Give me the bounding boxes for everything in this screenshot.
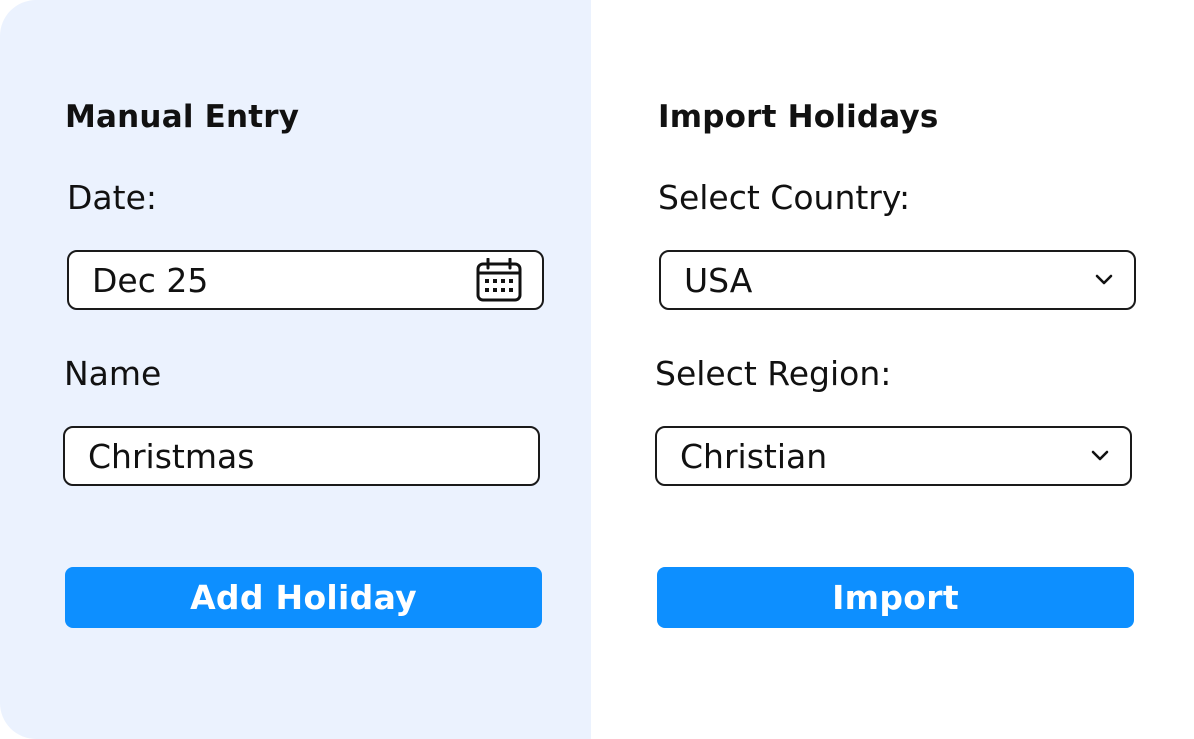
region-select[interactable]: Christian (655, 426, 1132, 486)
date-value: Dec 25 (92, 260, 209, 300)
chevron-down-icon (1094, 274, 1114, 286)
manual-entry-title: Manual Entry (65, 99, 300, 135)
name-input[interactable]: Christmas (63, 426, 540, 486)
country-select[interactable]: USA (659, 250, 1136, 310)
select-region-label: Select Region: (655, 354, 892, 393)
select-country-label: Select Country: (658, 178, 911, 217)
date-input[interactable]: Dec 25 (67, 250, 544, 310)
name-label: Name (64, 354, 162, 393)
name-value: Christmas (88, 436, 255, 476)
import-button[interactable]: Import (657, 567, 1134, 628)
manual-entry-panel: Manual Entry Date: Dec 25 Name Christmas… (0, 0, 591, 739)
country-value: USA (684, 260, 753, 300)
date-label: Date: (67, 178, 157, 217)
import-holidays-panel: Import Holidays Select Country: USA Sele… (591, 0, 1194, 739)
holiday-settings-card: Manual Entry Date: Dec 25 Name Christmas… (0, 0, 1194, 739)
import-holidays-title: Import Holidays (658, 99, 939, 135)
add-holiday-button[interactable]: Add Holiday (65, 567, 542, 628)
chevron-down-icon (1090, 450, 1110, 462)
region-value: Christian (680, 436, 828, 476)
calendar-icon[interactable] (476, 258, 522, 302)
